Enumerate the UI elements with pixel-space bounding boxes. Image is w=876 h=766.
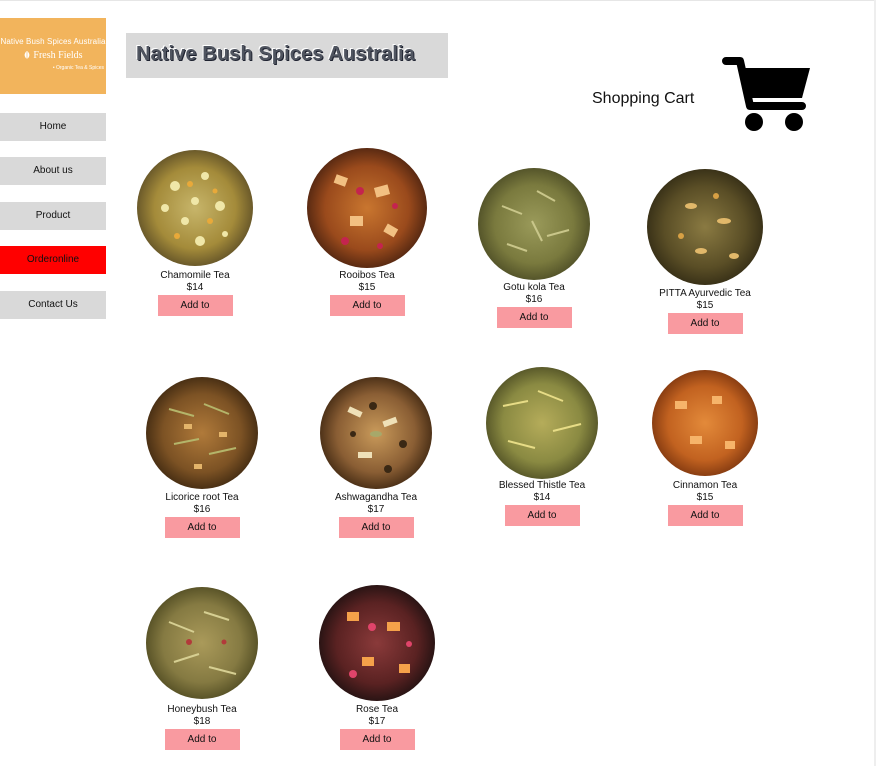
shopping-cart-icon[interactable] [722, 54, 814, 136]
product-name: Chamomile Tea [160, 270, 230, 281]
product-image[interactable] [318, 374, 434, 492]
add-to-cart-button[interactable]: Add to [496, 307, 572, 328]
product-price: $15 [358, 282, 376, 293]
product-image[interactable] [135, 146, 255, 270]
add-to-cart-button[interactable]: Add to [164, 729, 240, 750]
product-name: Rooibos Tea [339, 270, 395, 281]
product-image[interactable] [317, 582, 437, 704]
product-price: $14 [533, 492, 551, 503]
product-image[interactable] [477, 166, 591, 282]
leaf-icon [25, 51, 30, 59]
add-to-cart-button[interactable]: Add to [329, 295, 405, 316]
brand-logo[interactable]: Native Bush Spices Australia Fresh Field… [0, 18, 106, 94]
logo-tagline: • Organic Tea & Spices [52, 65, 104, 71]
logo-site-name: Native Bush Spices Australia [0, 37, 106, 46]
add-to-cart-button[interactable]: Add to [667, 505, 743, 526]
product-image[interactable] [144, 582, 260, 704]
product-image[interactable] [650, 366, 760, 480]
product-name: Licorice root Tea [165, 492, 239, 503]
product-price: $16 [525, 294, 543, 305]
nav-contact-us[interactable]: Contact Us [0, 291, 106, 319]
product-price: $15 [696, 300, 714, 311]
product-card-ashwagandha: Ashwagandha Tea $17 Add to [311, 374, 441, 538]
product-card-blessed-thistle: Blessed Thistle Tea $14 Add to [477, 366, 607, 526]
product-card-pitta: PITTA Ayurvedic Tea $15 Add to [640, 166, 770, 334]
nav-about-us[interactable]: About us [0, 157, 106, 185]
product-price: $17 [367, 504, 385, 515]
product-name: Rose Tea [355, 704, 399, 715]
product-card-honeybush: Honeybush Tea $18 Add to [137, 582, 267, 750]
product-name: Honeybush Tea [167, 704, 237, 715]
product-name: Ashwagandha Tea [334, 492, 418, 503]
product-name: Blessed Thistle Tea [498, 480, 586, 491]
product-image[interactable] [305, 146, 429, 270]
page-title: Native Bush Spices Australia [126, 33, 448, 78]
product-price: $14 [186, 282, 204, 293]
product-name: PITTA Ayurvedic Tea [659, 288, 751, 299]
product-price: $16 [193, 504, 211, 515]
product-name: Gotu kola Tea [503, 282, 565, 293]
add-to-cart-button[interactable]: Add to [667, 313, 743, 334]
add-to-cart-button[interactable]: Add to [338, 517, 414, 538]
product-price: $18 [193, 716, 211, 727]
shopping-cart-label[interactable]: Shopping Cart [592, 90, 694, 108]
product-card-licorice: Licorice root Tea $16 Add to [137, 374, 267, 538]
product-name: Cinnamon Tea [672, 480, 738, 491]
nav-order-online[interactable]: Orderonline [0, 246, 106, 274]
nav-home[interactable]: Home [0, 113, 106, 141]
product-card-gotu-kola: Gotu kola Tea $16 Add to [469, 166, 599, 328]
logo-brand: Fresh Fields [0, 50, 106, 61]
product-card-cinnamon: Cinnamon Tea $15 Add to [640, 366, 770, 526]
product-image[interactable] [483, 366, 601, 480]
product-price: $15 [696, 492, 714, 503]
product-image[interactable] [144, 374, 260, 492]
product-image[interactable] [646, 166, 764, 288]
add-to-cart-button[interactable]: Add to [164, 517, 240, 538]
top-border [0, 0, 876, 1]
add-to-cart-button[interactable]: Add to [157, 295, 233, 316]
product-card-rose: Rose Tea $17 Add to [312, 582, 442, 750]
add-to-cart-button[interactable]: Add to [504, 505, 580, 526]
product-price: $17 [368, 716, 386, 727]
product-card-rooibos: Rooibos Tea $15 Add to [302, 146, 432, 316]
nav-product[interactable]: Product [0, 202, 106, 230]
product-card-chamomile: Chamomile Tea $14 Add to [130, 146, 260, 316]
add-to-cart-button[interactable]: Add to [339, 729, 415, 750]
